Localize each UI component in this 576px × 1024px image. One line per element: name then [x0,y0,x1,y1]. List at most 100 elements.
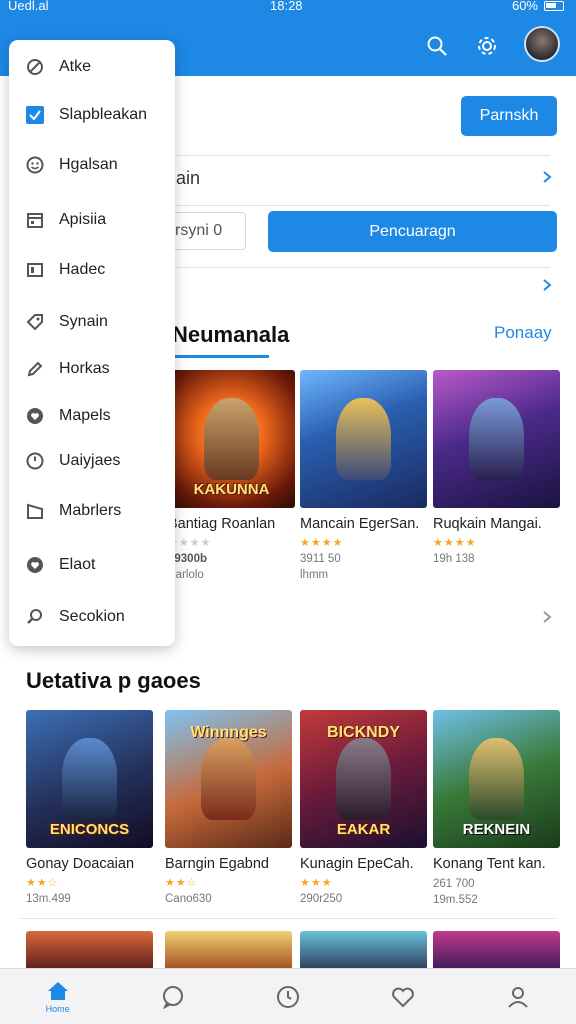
circle-slash-icon [25,57,45,77]
row-label: ain [176,168,201,188]
game-title: Bantiag Roanlan [168,516,276,532]
game-thumbnail[interactable] [300,931,427,971]
game-title: Ruqkain Mangai. [433,516,542,532]
clock-icon [276,985,299,1008]
drawer-item[interactable]: Elaot [9,545,175,585]
navigation-drawer: Atke Slapbleakan Hgalsan Apisiia Hadec S… [9,40,175,646]
battery-percent: 60% [511,0,538,13]
battery-icon [544,1,564,11]
app-screen: Uedl.al 18:28 60% Parnskh ain rsyni 0 Pe… [0,0,576,1024]
chat-icon [162,985,183,1009]
thumbnail-caption: REKNEIN [462,821,531,838]
game-card[interactable]: ENICONCS Gonay Doacaian ★★☆ 13m.499 [26,710,153,905]
drawer-item[interactable]: Hgalsan [9,145,175,185]
game-price: 19h 138 [433,553,475,565]
game-meta: 13m.499 [26,893,71,905]
game-thumbnail[interactable] [165,931,292,971]
game-thumbnail[interactable] [433,931,560,971]
game-meta: Barlolo [168,569,204,581]
thumbnail-caption: EAKAR [336,821,391,838]
game-meta: lhmm [300,569,329,581]
search-icon [25,607,45,627]
game-thumbnail[interactable] [26,931,153,971]
character-art [203,397,260,481]
rating-stars: ★★★ [300,877,333,889]
heart-icon [25,555,45,575]
game-thumbnail: ENICONCS [26,710,153,848]
primary-action-button[interactable]: Pencuaragn [268,211,557,252]
game-title: Barngin Egabnd [165,856,269,872]
rating-stars: ★★☆ [26,877,59,889]
drawer-item-label: Atke [59,58,92,75]
drawer-item[interactable]: Mapels [9,396,175,436]
game-card[interactable]: BICKNDY EAKAR Kunagin EpeCah. ★★★ 290r25… [300,710,427,905]
settings-icon[interactable] [474,33,500,59]
drawer-item[interactable]: Hadec [9,250,175,290]
drawer-item[interactable]: Synain [9,302,175,342]
game-card[interactable]: Mancain EgerSan. ★★★★ 3911 50 lhmm [300,370,427,581]
nav-home[interactable]: Home [28,971,88,1023]
game-meta: 290r250 [300,893,343,905]
chevron-right-icon[interactable] [540,170,554,184]
drawer-item-label: Elaot [59,556,96,573]
drawer-item-label: Hadec [59,261,106,278]
checkbox-icon [25,105,45,125]
game-thumbnail: REKNEIN [433,710,560,848]
drawer-item[interactable]: Slapbleakan [9,95,175,135]
game-price: 3911 50 [300,553,341,565]
nav-history[interactable] [258,971,318,1023]
drawer-item-label: Hgalsan [59,156,118,173]
character-art [335,397,392,481]
profile-icon [508,986,529,1008]
chevron-right-icon[interactable] [540,610,554,624]
game-card[interactable]: REKNEIN Konang Tent kan. 261 700 19m.552 [433,710,560,906]
heart-icon [25,406,45,426]
drawer-item[interactable]: Uaiyjaes [9,441,175,481]
clock-icon [25,451,45,471]
game-price: 261 700 [433,878,475,890]
drawer-item[interactable]: Secokion [9,597,175,637]
top-action-button[interactable]: Parnskh [461,96,557,136]
game-card[interactable]: Winnnges Barngin Egabnd ★★☆ Cano630 [165,710,292,905]
nav-chat[interactable] [143,971,203,1023]
game-card[interactable]: KAKUNNA Bantiag Roanlan ★★★★ 39300b Barl… [168,370,295,581]
square-icon [25,260,45,280]
game-title: Konang Tent kan. [433,856,546,872]
search-icon[interactable] [424,33,450,59]
character-art [200,737,257,821]
calendar-icon [25,210,45,230]
chevron-right-icon[interactable] [540,278,554,292]
divider [20,918,556,919]
game-title: Mancain EgerSan. [300,516,420,532]
rating-stars: ★★★★ [300,537,344,549]
pencil-icon [25,359,45,379]
drawer-item-label: Mapels [59,407,111,424]
character-art [335,737,392,821]
see-more-link[interactable]: Ponaay [494,323,552,343]
carrier-label: Uedl.al [8,0,49,13]
home-icon [47,981,68,1000]
nav-profile[interactable] [488,971,548,1023]
game-title: Kunagin EpeCah. [300,856,414,872]
drawer-item[interactable]: Horkas [9,349,175,389]
drawer-item-label: Mabrlers [59,502,122,519]
game-thumbnail [433,370,560,508]
thumbnail-caption: ENICONCS [49,821,130,838]
game-card[interactable]: Ruqkain Mangai. ★★★★ 19h 138 [433,370,560,565]
header-actions [424,26,560,62]
bottom-navigation: Home [0,968,576,1024]
folder-icon [25,501,45,521]
game-title: Gonay Doacaian [26,856,135,872]
drawer-item[interactable]: Apisiia [9,200,175,240]
game-thumbnail: KAKUNNA [168,370,295,508]
nav-home-label: Home [45,1003,70,1014]
game-price: 39300b [168,553,208,565]
tab-underline [172,355,269,358]
smiley-icon [25,155,45,175]
nav-favorites[interactable] [373,971,433,1023]
drawer-item[interactable]: Atke [9,47,175,87]
avatar[interactable] [524,26,560,62]
drawer-item[interactable]: Mabrlers [9,491,175,531]
thumbnail-caption: KAKUNNA [193,481,270,498]
game-meta: Cano630 [165,893,212,905]
